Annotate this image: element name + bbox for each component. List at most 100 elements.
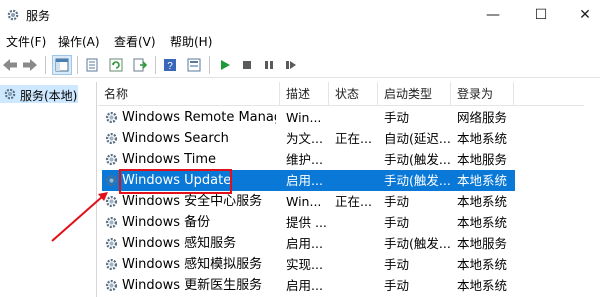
service-gear-icon <box>105 279 118 292</box>
service-gear-icon <box>105 237 118 250</box>
maximize-button[interactable]: ☐ <box>518 0 564 30</box>
table-row[interactable]: Windows Remote Manag... Win... 手动 网络服务 <box>98 107 600 128</box>
toolbar-separator <box>45 56 46 74</box>
toolbar-separator <box>77 56 78 74</box>
export-list-button[interactable] <box>130 55 150 75</box>
console-tree-button[interactable] <box>52 55 72 75</box>
tree-item-services-local[interactable]: 服务(本地) <box>0 85 78 103</box>
service-name: Windows 感知服务 <box>122 236 237 251</box>
services-gear-icon <box>7 9 19 21</box>
service-gear-icon <box>105 195 118 208</box>
list-header: 名称 描述 状态 启动类型 登录为 <box>98 82 600 106</box>
menu-bar: 文件(F) 操作(A) 查看(V) 帮助(H) <box>0 30 600 50</box>
service-status <box>335 275 375 296</box>
start-service-icon <box>221 60 230 70</box>
stop-service-icon <box>243 61 251 69</box>
table-row[interactable]: Windows 感知服务 启用... 手动(触发... 本地服务 <box>98 233 600 254</box>
service-status <box>335 107 375 128</box>
toolbar: ? <box>0 52 600 78</box>
forward-button[interactable] <box>20 55 40 75</box>
close-icon: ✕ <box>579 7 591 23</box>
maximize-icon: ☐ <box>534 7 548 23</box>
pause-service-button[interactable] <box>259 55 279 75</box>
title-bar: 服务 — ☐ ✕ <box>0 0 600 30</box>
table-row[interactable]: Windows 感知模拟服务 实现... 手动 本地系统 <box>98 254 600 275</box>
service-gear-icon <box>105 258 118 271</box>
menu-help[interactable]: 帮助(H) <box>170 33 212 50</box>
service-status: 正在... <box>335 131 372 146</box>
minimize-button[interactable]: — <box>470 0 516 30</box>
help-button[interactable]: ? <box>160 55 180 75</box>
properties-button[interactable] <box>82 55 102 75</box>
service-startup-type: 手动(触发... <box>384 152 450 167</box>
service-description: 启用... <box>286 173 323 188</box>
minimize-icon: — <box>486 7 500 23</box>
column-header-description[interactable]: 描述 <box>280 82 329 106</box>
service-startup-type: 手动 <box>384 257 410 272</box>
menu-action[interactable]: 操作(A) <box>58 33 100 50</box>
window-title: 服务 <box>26 9 51 23</box>
service-gear-icon <box>105 216 118 229</box>
service-gear-icon <box>105 111 118 124</box>
service-name: Windows Time <box>122 152 216 167</box>
vertical-scrollbar[interactable] <box>584 82 600 297</box>
table-row[interactable]: Windows Search 为文... 正在... 自动(延迟... 本地系统 <box>98 128 600 149</box>
properties-icon <box>86 58 98 72</box>
table-row[interactable]: Windows 安全中心服务 Win... 正在... 手动 本地系统 <box>98 191 600 212</box>
service-description: 实现... <box>286 257 323 272</box>
restart-service-button[interactable] <box>281 55 301 75</box>
console-tree-icon <box>55 58 69 72</box>
column-header-startup-type[interactable]: 启动类型 <box>378 82 451 106</box>
column-header-status[interactable]: 状态 <box>329 82 378 106</box>
service-name: Windows 感知模拟服务 <box>122 257 263 272</box>
toolbar-separator <box>155 56 156 74</box>
refresh-icon <box>109 58 123 72</box>
table-row[interactable]: Windows Time 维护... 手动(触发... 本地服务 <box>98 149 600 170</box>
service-name: Windows Remote Manag... <box>122 110 276 125</box>
service-description: 提供 ... <box>286 215 327 230</box>
service-log-on-as: 本地系统 <box>457 173 508 188</box>
restart-service-icon <box>286 61 296 69</box>
menu-view[interactable]: 查看(V) <box>114 33 156 50</box>
refresh-button[interactable] <box>106 55 126 75</box>
help-icon: ? <box>164 59 176 72</box>
service-startup-type: 手动 <box>384 194 410 209</box>
service-name: Windows 备份 <box>122 215 211 230</box>
table-row[interactable]: Windows 备份 提供 ... 手动 本地系统 <box>98 212 600 233</box>
service-startup-type: 自动(延迟... <box>384 131 450 146</box>
back-icon <box>3 59 17 71</box>
services-gear-icon <box>4 88 16 100</box>
svg-text:?: ? <box>167 61 173 72</box>
console-tree: 服务(本地) <box>0 82 97 297</box>
close-button[interactable]: ✕ <box>562 0 600 30</box>
service-description: Win... <box>286 194 322 209</box>
table-row[interactable]: Windows 更新医生服务 启用... 手动 本地系统 <box>98 275 600 296</box>
view-button[interactable] <box>184 55 204 75</box>
back-button[interactable] <box>0 55 20 75</box>
menu-file[interactable]: 文件(F) <box>6 33 46 50</box>
service-log-on-as: 本地系统 <box>457 194 508 209</box>
export-list-icon <box>133 58 147 72</box>
column-header-log-on-as[interactable]: 登录为 <box>451 82 514 106</box>
service-status: 正在... <box>335 194 372 209</box>
service-status <box>335 170 375 191</box>
service-log-on-as: 本地系统 <box>457 215 508 230</box>
service-startup-type: 手动 <box>384 110 410 125</box>
pause-service-icon <box>265 61 273 69</box>
service-description: 为文... <box>286 131 323 146</box>
forward-icon <box>23 59 37 71</box>
service-log-on-as: 本地系统 <box>457 257 508 272</box>
stop-service-button[interactable] <box>237 55 257 75</box>
service-gear-icon <box>105 174 118 187</box>
service-log-on-as: 网络服务 <box>457 110 508 125</box>
start-service-button[interactable] <box>215 55 235 75</box>
service-status <box>335 233 375 254</box>
service-startup-type: 手动 <box>384 278 410 293</box>
service-description: 启用... <box>286 278 323 293</box>
service-description: Win... <box>286 110 322 125</box>
column-header-name[interactable]: 名称 <box>98 82 280 106</box>
annotation-highlight-box <box>119 169 232 194</box>
toolbar-separator <box>209 56 210 74</box>
service-description: 维护... <box>286 152 323 167</box>
service-status <box>335 212 375 233</box>
